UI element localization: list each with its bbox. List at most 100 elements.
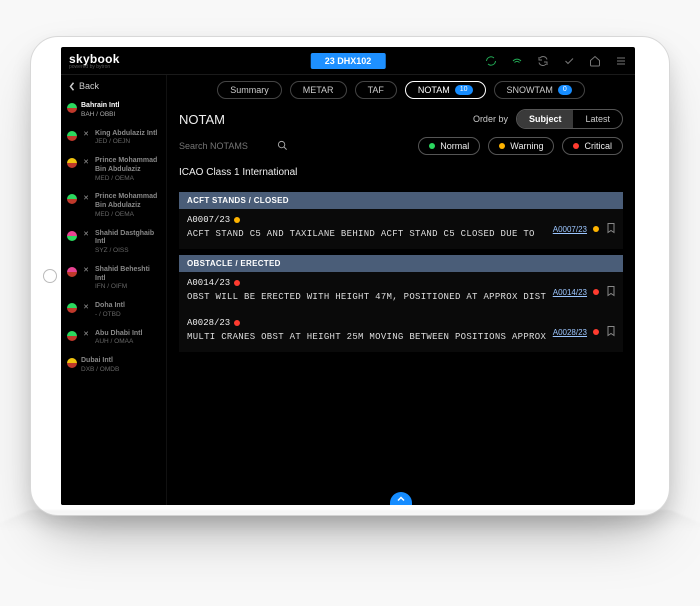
main-panel: Summary METAR TAF NOTAM10 SNOWTAM 0 NOTAM Ord…	[167, 75, 635, 505]
severity-led-icon	[499, 143, 505, 149]
filter-label: Warning	[510, 141, 543, 151]
sidebar-airport[interactable]: ✕King Abdulaziz IntlJED / OEJN	[61, 125, 166, 153]
search-input[interactable]	[179, 141, 269, 151]
order-by: Order by Subject Latest	[473, 109, 623, 129]
severity-led-icon	[234, 280, 240, 286]
airport-code: IFN / OIFM	[95, 283, 127, 290]
tab-badge: 0	[558, 85, 572, 95]
status-icons	[485, 55, 627, 67]
alternate-icon: ✕	[81, 194, 91, 204]
sidebar-airport[interactable]: ✕ Prince Mohammad Bin AbdulazizMED / OEMA	[61, 188, 166, 224]
search-box[interactable]	[179, 140, 288, 153]
home-button[interactable]	[43, 269, 57, 283]
filter-warning[interactable]: Warning	[488, 137, 554, 155]
wifi-icon	[511, 55, 523, 67]
bookmark-icon[interactable]	[605, 284, 617, 300]
notam-link[interactable]: A0028/23	[553, 328, 587, 337]
notam-id: A0007/23	[187, 215, 615, 225]
notam-text: OBST WILL BE ERECTED WITH HEIGHT 47M, PO…	[187, 292, 615, 302]
notam-group-header: OBSTACLE / ERECTED	[179, 255, 623, 272]
status-dot-icon	[67, 331, 77, 341]
notam-card[interactable]: A0014/23OBST WILL BE ERECTED WITH HEIGHT…	[179, 272, 623, 312]
tab-label: Summary	[230, 85, 269, 95]
status-dot-icon	[67, 231, 77, 241]
notam-text: MULTI CRANES OBST AT HEIGHT 25M MOVING B…	[187, 332, 615, 342]
order-latest[interactable]: Latest	[573, 110, 622, 128]
page-title: NOTAM	[179, 112, 225, 127]
airport-code: SYZ / OISS	[95, 247, 129, 254]
airport-code: JED / OEJN	[95, 138, 130, 145]
tab-taf[interactable]: TAF	[355, 81, 397, 99]
notam-id: A0014/23	[187, 278, 615, 288]
order-segment[interactable]: Subject Latest	[516, 109, 623, 129]
airport-code: MED / OEMA	[95, 211, 134, 218]
sidebar-airport[interactable]: Dubai IntlDXB / OMDB	[61, 352, 166, 380]
airport-code: - / OTBD	[95, 311, 121, 318]
notam-link[interactable]: A0007/23	[553, 225, 587, 234]
menu-icon[interactable]	[615, 55, 627, 67]
order-subject[interactable]: Subject	[517, 110, 574, 128]
sidebar-airport[interactable]: Bahrain IntlBAH / OBBI	[61, 97, 166, 125]
tab-bar: Summary METAR TAF NOTAM10 SNOWTAM 0	[179, 81, 623, 99]
back-button[interactable]: Back	[61, 75, 166, 97]
status-dot-icon	[67, 131, 77, 141]
airport-name: King Abdulaziz Intl	[95, 130, 157, 139]
back-label: Back	[79, 81, 99, 91]
alternate-icon: ✕	[81, 231, 91, 241]
notam-card[interactable]: A0007/23ACFT STAND C5 AND TAXILANE BEHIN…	[179, 209, 623, 249]
sync-icon[interactable]	[485, 55, 497, 67]
status-dot-icon	[67, 358, 77, 368]
filter-critical[interactable]: Critical	[562, 137, 623, 155]
filter-label: Critical	[584, 141, 612, 151]
tab-metar[interactable]: METAR	[290, 81, 347, 99]
notam-id: A0028/23	[187, 318, 615, 328]
airport-code: MED / OEMA	[95, 175, 134, 182]
alternate-icon: ✕	[81, 158, 91, 168]
sidebar: Back Bahrain IntlBAH / OBBI✕King Abdulaz…	[61, 75, 167, 505]
tab-notam[interactable]: NOTAM10	[405, 81, 486, 99]
tab-label: METAR	[303, 85, 334, 95]
refresh-icon[interactable]	[537, 55, 549, 67]
airport-name: Prince Mohammad Bin Abdulaziz	[95, 193, 160, 211]
sidebar-airport[interactable]: ✕Abu Dhabi IntlAUH / OMAA	[61, 325, 166, 353]
severity-led-icon	[234, 217, 240, 223]
status-dot-icon	[67, 194, 77, 204]
notam-list[interactable]: ACFT STANDS / CLOSEDA0007/23ACFT STAND C…	[179, 186, 623, 352]
top-bar: skybook powered by bytron 23 DHX102	[61, 47, 635, 75]
app-screen: skybook powered by bytron 23 DHX102 Back…	[61, 47, 635, 505]
check-icon[interactable]	[563, 55, 575, 67]
filter-chips: Normal Warning Critical	[418, 137, 623, 155]
severity-led-icon	[593, 226, 599, 232]
tab-badge: 10	[455, 85, 473, 95]
filter-normal[interactable]: Normal	[418, 137, 480, 155]
severity-led-icon	[429, 143, 435, 149]
airport-name: Doha Intl	[95, 302, 125, 311]
search-icon[interactable]	[277, 140, 288, 153]
airport-name: Abu Dhabi Intl	[95, 330, 142, 339]
airport-name: Shahid Beheshti Intl	[95, 266, 160, 284]
sidebar-airport[interactable]: ✕ Shahid Dastghaib IntlSYZ / OISS	[61, 225, 166, 261]
alternate-icon: ✕	[81, 267, 91, 277]
tablet-frame: skybook powered by bytron 23 DHX102 Back…	[30, 36, 670, 516]
airport-code: BAH / OBBI	[81, 111, 115, 118]
notam-link[interactable]: A0014/23	[553, 288, 587, 297]
alternate-icon: ✕	[81, 303, 91, 313]
bookmark-icon[interactable]	[605, 324, 617, 340]
sidebar-airport[interactable]: ✕ Shahid Beheshti IntlIFN / OIFM	[61, 261, 166, 297]
airport-name: Shahid Dastghaib Intl	[95, 230, 160, 248]
severity-led-icon	[593, 329, 599, 335]
flight-pill[interactable]: 23 DHX102	[311, 53, 386, 69]
sidebar-airport[interactable]: ✕ Doha Intl- / OTBD	[61, 297, 166, 325]
notam-group-header: ACFT STANDS / CLOSED	[179, 192, 623, 209]
bookmark-icon[interactable]	[605, 221, 617, 237]
status-dot-icon	[67, 103, 77, 113]
tab-summary[interactable]: Summary	[217, 81, 282, 99]
tab-snowtam[interactable]: SNOWTAM 0	[494, 81, 585, 99]
notam-card[interactable]: A0028/23MULTI CRANES OBST AT HEIGHT 25M …	[179, 312, 623, 352]
sidebar-airport[interactable]: ✕Prince Mohammad Bin AbdulazizMED / OEMA	[61, 152, 166, 188]
pull-up-handle[interactable]	[390, 492, 412, 505]
home-icon[interactable]	[589, 55, 601, 67]
alternate-icon: ✕	[81, 331, 91, 341]
tab-label: SNOWTAM	[507, 85, 553, 95]
filter-label: Normal	[440, 141, 469, 151]
